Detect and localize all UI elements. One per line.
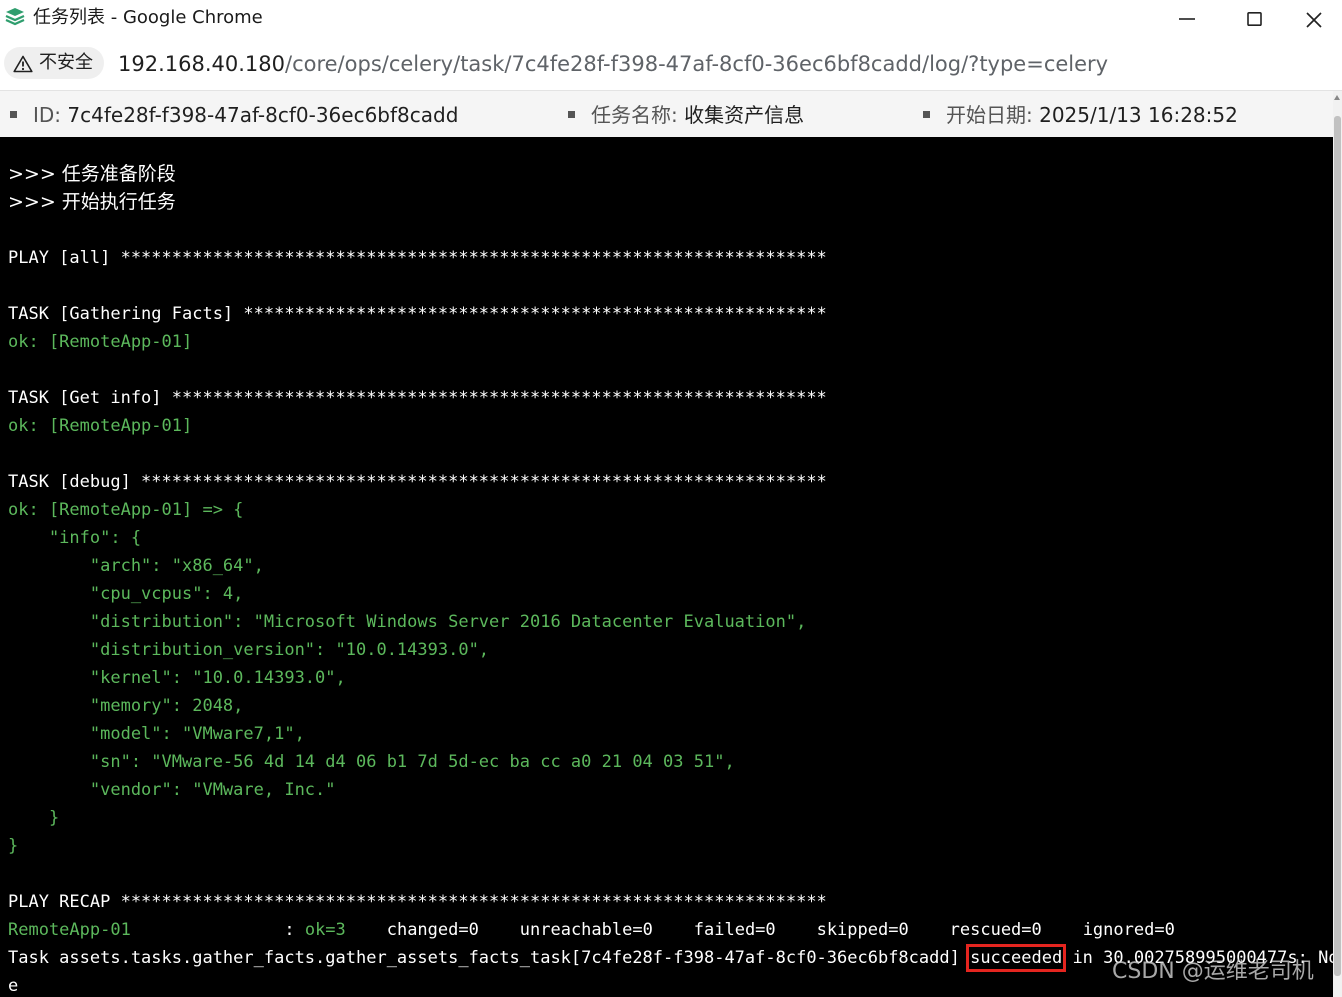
maximize-icon bbox=[1247, 12, 1262, 26]
url-field[interactable]: 192.168.40.180/core/ops/celery/task/7c4f… bbox=[118, 51, 1108, 77]
recap-host: RemoteApp-01 bbox=[8, 920, 285, 940]
task-name-label: 任务名称: bbox=[591, 103, 678, 127]
task-status-succeeded: succeeded bbox=[966, 944, 1067, 972]
log-line: TASK [Gathering Facts] *****************… bbox=[8, 304, 827, 324]
log-line: "cpu_vcpus": 4, bbox=[8, 584, 244, 604]
task-date-value: 2025/1/13 16:28:52 bbox=[1039, 103, 1238, 127]
log-line: "distribution": "Microsoft Windows Serve… bbox=[8, 612, 807, 632]
warning-triangle-icon bbox=[13, 55, 33, 73]
url-path: /core/ops/celery/task/7c4fe28f-f398-47af… bbox=[285, 52, 1109, 76]
log-line: >>> 开始执行任务 bbox=[8, 191, 176, 213]
scrollbar-thumb[interactable] bbox=[1334, 116, 1341, 976]
recap-ok: ok=3 bbox=[304, 920, 346, 940]
task-date-item: 开始日期: 2025/1/13 16:28:52 bbox=[923, 103, 1238, 127]
bullet-icon bbox=[10, 111, 17, 118]
security-indicator-button[interactable]: 不安全 bbox=[4, 47, 104, 79]
task-date-label: 开始日期: bbox=[946, 103, 1033, 127]
log-line: ok: [RemoteApp-01] bbox=[8, 416, 193, 436]
task-id-label: ID: bbox=[33, 103, 62, 127]
log-line: "distribution_version": "10.0.14393.0", bbox=[8, 640, 490, 660]
address-bar: 不安全 192.168.40.180/core/ops/celery/task/… bbox=[0, 38, 1342, 91]
log-line: PLAY RECAP *****************************… bbox=[8, 892, 827, 912]
maximize-button[interactable] bbox=[1220, 0, 1288, 38]
log-line: "model": "VMware7,1", bbox=[8, 724, 305, 744]
log-line: >>> 任务准备阶段 bbox=[8, 163, 176, 185]
recap-line: RemoteApp-01 : ok=3 changed=0 unreachabl… bbox=[8, 916, 1175, 944]
task-name-value: 收集资产信息 bbox=[684, 103, 805, 127]
scroll-up-icon[interactable] bbox=[1334, 95, 1340, 100]
close-icon bbox=[1306, 12, 1322, 28]
task-id-item: ID: 7c4fe28f-f398-47af-8cf0-36ec6bf8cadd bbox=[10, 103, 458, 127]
log-line: } bbox=[8, 836, 19, 856]
log-line: ok: [RemoteApp-01] => { bbox=[8, 500, 244, 520]
security-label: 不安全 bbox=[39, 52, 93, 73]
task-info-bar: ID: 7c4fe28f-f398-47af-8cf0-36ec6bf8cadd… bbox=[0, 91, 1333, 137]
task-id-value: 7c4fe28f-f398-47af-8cf0-36ec6bf8cadd bbox=[67, 103, 459, 127]
url-host: 192.168.40.180 bbox=[118, 52, 285, 76]
log-line: TASK [debug] ***************************… bbox=[8, 472, 827, 492]
window-title: 任务列表 - Google Chrome bbox=[33, 7, 263, 28]
minimize-icon bbox=[1179, 18, 1195, 20]
log-terminal: >>> 任务准备阶段 >>> 开始执行任务 PLAY [all] *******… bbox=[0, 137, 1333, 997]
log-line: TASK [Get info] ************************… bbox=[8, 388, 827, 408]
bullet-icon bbox=[568, 111, 575, 118]
log-line: PLAY [all] *****************************… bbox=[8, 248, 827, 268]
recap-colon: : bbox=[284, 920, 305, 940]
vertical-scrollbar[interactable] bbox=[1333, 91, 1342, 997]
close-button[interactable] bbox=[1288, 0, 1342, 38]
window-title-bar: 任务列表 - Google Chrome bbox=[0, 0, 1342, 38]
log-line: "memory": 2048, bbox=[8, 696, 244, 716]
log-line: } bbox=[8, 808, 60, 828]
watermark: CSDN @运维老司机 bbox=[1112, 959, 1314, 984]
log-line: "sn": "VMware-56 4d 14 d4 06 b1 7d 5d-ec… bbox=[8, 752, 735, 772]
minimize-button[interactable] bbox=[1152, 0, 1220, 38]
log-line: ok: [RemoteApp-01] bbox=[8, 332, 193, 352]
task-result-prefix: Task assets.tasks.gather_facts.gather_as… bbox=[8, 948, 971, 968]
recap-counts: changed=0 unreachable=0 failed=0 skipped… bbox=[345, 920, 1175, 940]
bullet-icon bbox=[923, 111, 930, 118]
log-line: "vendor": "VMware, Inc." bbox=[8, 780, 336, 800]
jumpserver-logo-icon bbox=[5, 8, 25, 26]
log-line: "arch": "x86_64", bbox=[8, 556, 264, 576]
log-line: e bbox=[8, 976, 19, 996]
task-name-item: 任务名称: 收集资产信息 bbox=[568, 103, 804, 127]
log-line: "info": { bbox=[8, 528, 142, 548]
log-line: "kernel": "10.0.14393.0", bbox=[8, 668, 346, 688]
